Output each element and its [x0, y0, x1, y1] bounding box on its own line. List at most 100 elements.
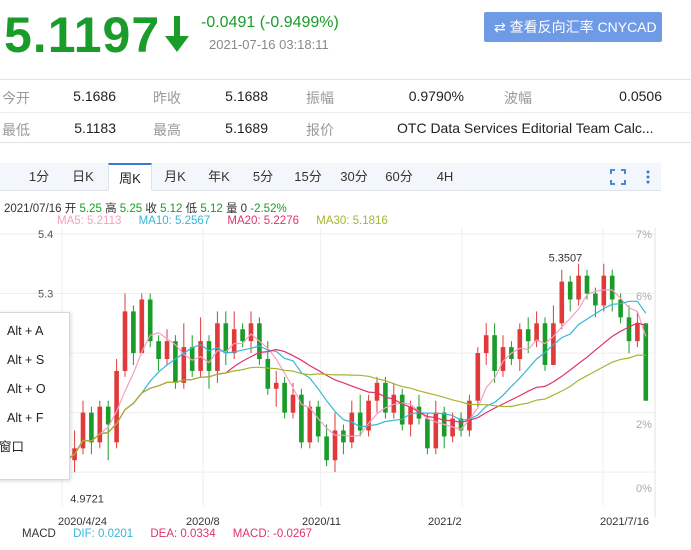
- candle-body: [567, 281, 573, 300]
- macd-dea: DEA: 0.0334: [150, 528, 216, 540]
- candle-body: [408, 406, 413, 425]
- stats-row: 最低 5.1183 最高 5.1689 报价 OTC Data Services…: [0, 114, 691, 145]
- close-label: 收: [145, 203, 157, 215]
- high-label: 高: [105, 203, 117, 215]
- ma20-line: [65, 322, 646, 461]
- candle-body: [156, 341, 161, 360]
- candle-body: [324, 436, 329, 461]
- tab-yearly-k[interactable]: 年K: [202, 163, 236, 191]
- percent-change: -2.52%: [250, 203, 287, 215]
- macd-value: MACD: -0.0267: [232, 528, 313, 540]
- menu-item-window[interactable]: 窗口: [0, 437, 24, 457]
- date-tick: 2021/7/16: [600, 516, 649, 528]
- tab-15min[interactable]: 15分: [290, 163, 326, 191]
- y2-tick-label: 2%: [636, 419, 652, 431]
- quote-timestamp: 2021-07-16 03:18:11: [209, 37, 329, 52]
- quote-header: 5.1197 -0.0491 (-0.9499%) 2021-07-16 03:…: [0, 0, 691, 66]
- menu-item-alt-f[interactable]: Alt + F: [7, 408, 43, 428]
- price-change: -0.0491 (-0.9499%): [201, 14, 339, 31]
- candle-body: [131, 311, 136, 354]
- macd-dif: DIF: 0.0201: [73, 528, 134, 540]
- macd-legend: MACD DIF: 0.0201 DEA: 0.0334 MACD: -0.02…: [22, 528, 326, 540]
- stat-value: 5.1688: [225, 88, 268, 104]
- date-tick: 2020/4/24: [58, 516, 107, 528]
- stat-label: 报价: [306, 122, 334, 138]
- candle-body: [593, 293, 598, 306]
- stat-label: 昨收: [153, 90, 181, 106]
- tab-5min[interactable]: 5分: [248, 163, 278, 191]
- reverse-rate-button[interactable]: ⇄ 查看反向汇率 CNYCAD: [484, 12, 662, 42]
- stat-value: 5.1686: [73, 88, 116, 104]
- stat-label: 今开: [2, 90, 30, 106]
- candle-body: [349, 412, 355, 443]
- ma30-line: [65, 354, 646, 461]
- y-tick-label: 5.4: [38, 229, 53, 241]
- tab-monthly-k[interactable]: 月K: [158, 163, 192, 191]
- volume-label: 量: [225, 203, 238, 215]
- ma10-legend: MA10: 5.2567: [138, 215, 211, 227]
- date-tick: 2020/11: [302, 516, 341, 528]
- candle-body: [517, 329, 523, 360]
- candle-body: [492, 335, 497, 371]
- menu-item-alt-s[interactable]: Alt + S: [7, 350, 44, 370]
- ma30-legend: MA30: 5.1816: [316, 215, 388, 227]
- high-value: 5.25: [119, 203, 143, 215]
- stat-value: 5.1689: [225, 120, 268, 136]
- quote-stats-table: 今开 5.1686 昨收 5.1688 振幅 0.9790% 波幅 0.0506…: [0, 79, 691, 143]
- ohlc-info: 2021/07/16 开 5.25 高 5.25 收 5.12 低 5.12 量…: [4, 200, 287, 216]
- more-options-icon[interactable]: [640, 169, 656, 185]
- candle-body: [273, 382, 279, 389]
- y2-tick-label: 6%: [636, 291, 652, 303]
- date-tick: 2020/8: [186, 516, 220, 528]
- stat-label: 最高: [153, 122, 181, 138]
- candle-body: [425, 418, 430, 449]
- y-tick-label: 5.3: [38, 289, 53, 301]
- candle-body: [105, 406, 111, 425]
- tab-30min[interactable]: 30分: [336, 163, 372, 191]
- candle-body: [315, 406, 321, 437]
- stat-label: 振幅: [306, 90, 334, 106]
- candle-body: [231, 329, 237, 354]
- candle-body: [89, 412, 94, 443]
- macd-title: MACD: [22, 528, 56, 540]
- fullscreen-icon[interactable]: [610, 169, 626, 185]
- context-menu: Alt + A Alt + S Alt + O Alt + F 窗口: [0, 312, 70, 480]
- candle-body: [475, 353, 481, 401]
- ma-legend: MA5: 5.2113 MA10: 5.2567 MA20: 5.2276 MA…: [57, 215, 402, 227]
- candle-body: [374, 382, 380, 401]
- period-tabs: 1分 日K 周K 月K 年K 5分 15分 30分 60分 4H: [0, 163, 661, 191]
- candle-body: [525, 329, 531, 342]
- open-value: 5.25: [79, 203, 102, 215]
- candle-body: [559, 281, 565, 324]
- tab-1min[interactable]: 1分: [22, 163, 56, 191]
- chart-grid: [0, 228, 656, 518]
- ohlc-date: 2021/07/16: [4, 203, 62, 215]
- candle-body: [584, 275, 590, 294]
- candle-body: [576, 275, 581, 300]
- candle-body: [534, 323, 539, 342]
- down-arrow-icon: [165, 16, 189, 52]
- kline-chart[interactable]: 5.45.357%6%2%0%5.35074.9721: [0, 228, 691, 528]
- ma20-legend: MA20: 5.2276: [227, 215, 299, 227]
- stat-label: 最低: [2, 122, 30, 138]
- candle-body: [97, 406, 103, 443]
- current-price: 5.1197: [4, 7, 161, 63]
- candle-body: [282, 382, 287, 413]
- stat-value: 5.1183: [74, 120, 116, 136]
- tab-daily-k[interactable]: 日K: [66, 163, 100, 191]
- y2-tick-label: 0%: [636, 483, 652, 495]
- close-value: 5.12: [160, 203, 183, 215]
- axis-labels: 5.45.357%6%2%0%5.35074.9721: [38, 229, 652, 506]
- tab-60min[interactable]: 60分: [381, 163, 417, 191]
- date-tick: 2021/2: [428, 516, 462, 528]
- candle-body: [626, 317, 632, 342]
- tab-weekly-k[interactable]: 周K: [108, 163, 152, 191]
- menu-item-alt-a[interactable]: Alt + A: [7, 321, 43, 341]
- menu-item-alt-o[interactable]: Alt + O: [7, 379, 46, 399]
- max-annotation: 5.3507: [549, 252, 583, 264]
- candle-body: [357, 412, 363, 431]
- tab-4h[interactable]: 4H: [428, 163, 462, 191]
- candle-body: [139, 299, 145, 354]
- candle-body: [307, 406, 313, 443]
- candle-body: [265, 359, 271, 389]
